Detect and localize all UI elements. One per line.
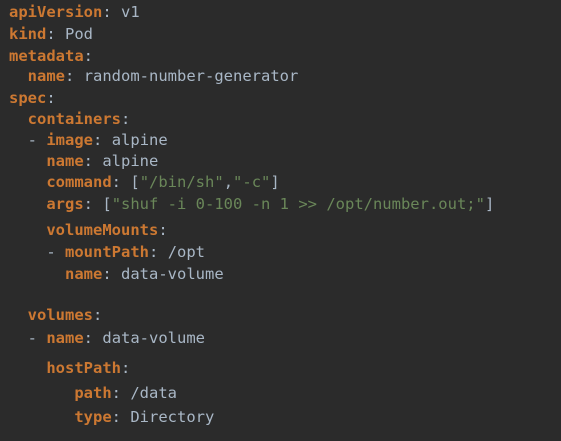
list-dash: -	[27, 329, 47, 347]
yaml-string: "/bin/sh"	[139, 173, 224, 191]
list-dash: -	[27, 131, 47, 149]
yaml-key: command	[46, 173, 112, 191]
colon: :	[111, 173, 121, 191]
code-line-containers[interactable]: containers:	[9, 108, 131, 130]
yaml-key: hostPath	[46, 359, 121, 377]
bracket: ]	[484, 195, 495, 213]
comma: ,	[223, 173, 234, 191]
yaml-key: name	[46, 329, 84, 347]
colon: :	[111, 384, 121, 402]
yaml-key: path	[74, 384, 112, 402]
yaml-key: name	[27, 67, 65, 85]
yaml-key: kind	[9, 25, 47, 43]
yaml-value: Directory	[130, 408, 215, 426]
colon: :	[65, 67, 75, 85]
code-editor[interactable]: apiVersion: v1 kind: Pod metadata: name: r…	[0, 0, 561, 441]
colon: :	[83, 152, 93, 170]
yaml-key: apiVersion	[9, 3, 103, 21]
code-line-spec[interactable]: spec:	[9, 87, 56, 109]
yaml-key: name	[65, 265, 103, 283]
code-line-mountpath[interactable]: - mountPath: /opt	[9, 241, 205, 263]
yaml-value: random-number-generator	[83, 67, 299, 85]
colon: :	[93, 131, 103, 149]
code-line-container-command[interactable]: command: ["/bin/sh","-c"]	[9, 171, 280, 193]
yaml-value: data-volume	[121, 265, 224, 283]
code-line-container-args[interactable]: args: ["shuf -i 0-100 -n 1 >> /opt/numbe…	[9, 193, 494, 215]
code-line-volumes[interactable]: volumes:	[9, 304, 103, 326]
code-line-hostpath-path[interactable]: path: /data	[9, 382, 177, 404]
yaml-value: Pod	[65, 25, 94, 43]
code-line-volume-name[interactable]: - name: data-volume	[9, 327, 205, 349]
yaml-value: /data	[130, 384, 178, 402]
code-line-container-name[interactable]: name: alpine	[9, 150, 158, 172]
code-line-volumemounts[interactable]: volumeMounts:	[9, 219, 168, 241]
colon: :	[149, 243, 159, 261]
yaml-key: spec	[9, 89, 47, 107]
bracket: ]	[270, 173, 280, 191]
yaml-value: data-volume	[102, 329, 206, 347]
colon: :	[120, 359, 131, 377]
yaml-value: /opt	[167, 243, 206, 261]
code-line-metadata[interactable]: metadata:	[9, 45, 93, 67]
yaml-key: metadata	[9, 47, 84, 65]
list-dash: -	[46, 243, 65, 261]
yaml-key: name	[46, 152, 84, 170]
yaml-string: "-c"	[233, 173, 271, 191]
code-line-hostpath[interactable]: hostPath:	[9, 357, 130, 379]
code-line-mount-name[interactable]: name: data-volume	[9, 263, 224, 285]
yaml-key: args	[46, 195, 84, 213]
yaml-key: volumeMounts	[46, 221, 159, 239]
code-line-metadata-name[interactable]: name: random-number-generator	[9, 65, 299, 87]
yaml-key: containers	[27, 110, 121, 128]
yaml-key: mountPath	[65, 243, 149, 261]
yaml-string: "shuf -i 0-100 -n 1 >> /opt/number.out;"	[111, 195, 485, 213]
colon: :	[46, 89, 56, 107]
colon: :	[93, 306, 103, 324]
colon: :	[102, 3, 112, 21]
colon: :	[111, 408, 121, 426]
code-line-container-image[interactable]: - image: alpine	[9, 129, 168, 151]
yaml-key: type	[74, 408, 112, 426]
colon: :	[158, 221, 168, 239]
code-line-apiversion[interactable]: apiVersion: v1	[9, 1, 140, 23]
yaml-value: alpine	[102, 152, 159, 170]
code-line-kind[interactable]: kind: Pod	[9, 23, 93, 45]
colon: :	[102, 265, 112, 283]
yaml-value: alpine	[111, 131, 168, 149]
colon: :	[121, 110, 131, 128]
bracket: [	[102, 195, 112, 213]
colon: :	[83, 329, 94, 347]
code-line-hostpath-type[interactable]: type: Directory	[9, 406, 214, 428]
colon: :	[83, 47, 93, 65]
yaml-value: v1	[121, 3, 140, 21]
yaml-key: image	[46, 131, 94, 149]
bracket: [	[130, 173, 140, 191]
yaml-key: volumes	[27, 306, 93, 324]
colon: :	[83, 195, 93, 213]
colon: :	[46, 25, 56, 43]
